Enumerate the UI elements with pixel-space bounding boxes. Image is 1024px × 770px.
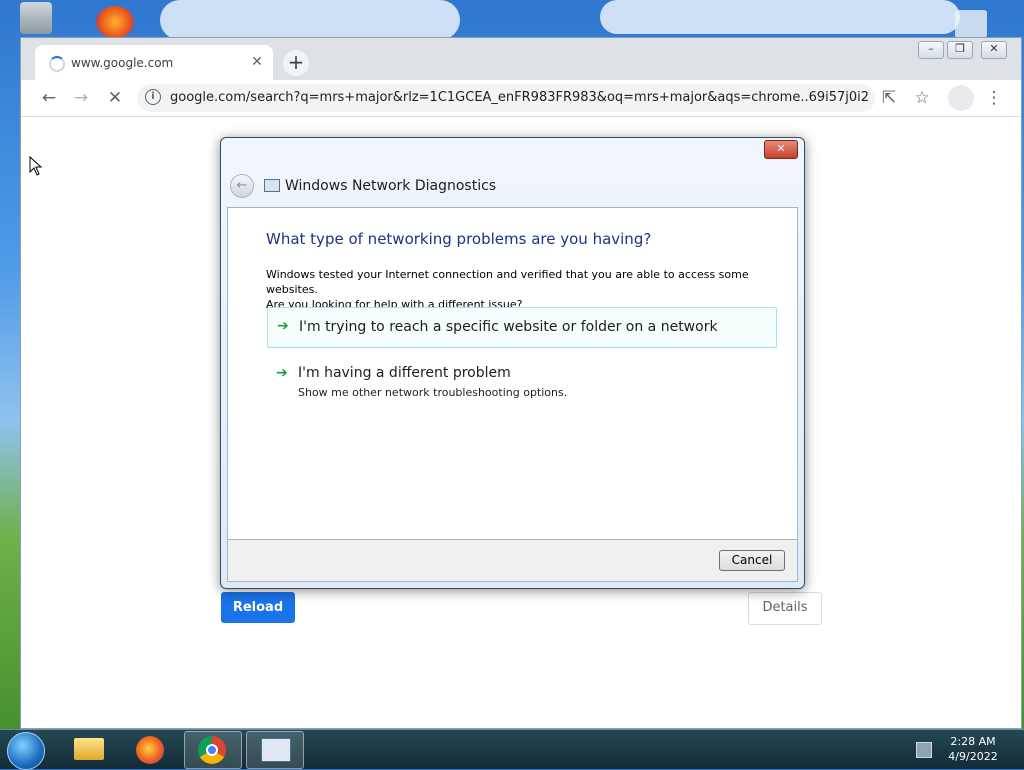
firefox-desktop-icon[interactable]: [96, 6, 134, 38]
clock-time: 2:28 AM: [950, 735, 996, 748]
folder-icon: [74, 738, 104, 760]
option-label: I'm trying to reach a specific website o…: [299, 319, 718, 335]
clock-date: 4/9/2022: [948, 750, 998, 763]
dialog-title: Windows Network Diagnostics: [285, 178, 497, 194]
dialog-heading: What type of networking problems are you…: [266, 230, 652, 248]
chrome-icon: [198, 736, 226, 764]
dialog-description: Windows tested your Internet connection …: [266, 267, 786, 312]
forward-arrow-icon[interactable]: →: [69, 86, 93, 110]
green-arrow-icon: ➔: [277, 318, 289, 334]
browser-toolbar: ← → ✕ i google.com/search?q=mrs+major&rl…: [21, 80, 1021, 117]
option-specific-website[interactable]: ➔ I'm trying to reach a specific website…: [267, 307, 777, 348]
minimize-button[interactable]: –: [918, 41, 944, 59]
taskbar-chrome[interactable]: [184, 731, 242, 769]
restore-button[interactable]: ❐: [947, 41, 973, 59]
site-info-icon[interactable]: i: [145, 89, 161, 105]
recycle-bin-icon[interactable]: [20, 2, 52, 34]
back-arrow-icon[interactable]: ←: [37, 86, 61, 110]
dialog-footer: Cancel: [227, 540, 798, 582]
start-button-icon[interactable]: [7, 732, 45, 770]
taskbar-firefox[interactable]: [122, 731, 178, 767]
network-diagnostics-icon: [264, 179, 280, 192]
dialog-back-icon[interactable]: ←: [230, 174, 254, 198]
browser-tab[interactable]: www.google.com ✕: [35, 45, 273, 80]
share-icon[interactable]: ⇱: [877, 86, 901, 110]
desktop-cloud: [600, 0, 960, 34]
bookmark-star-icon[interactable]: ☆: [910, 86, 934, 110]
network-diagnostics-dialog: ✕ ← Windows Network Diagnostics What typ…: [220, 137, 805, 589]
details-button[interactable]: Details: [748, 592, 822, 625]
taskbar: 2:28 AM 4/9/2022: [0, 729, 1024, 770]
tab-close-icon[interactable]: ✕: [247, 52, 267, 72]
tab-strip: www.google.com ✕ + – ❐ ✕: [21, 38, 1021, 80]
description-line: Windows tested your Internet connection …: [266, 268, 749, 296]
desktop-cloud: [160, 0, 460, 40]
reload-page-button[interactable]: Reload: [221, 592, 295, 623]
taskbar-network-diagnostics[interactable]: [246, 731, 304, 769]
tab-title: www.google.com: [71, 56, 174, 70]
browser-menu-icon[interactable]: ⋮: [982, 86, 1006, 110]
taskbar-explorer[interactable]: [62, 731, 118, 767]
option-sublabel: Show me other network troubleshooting op…: [298, 386, 568, 399]
green-arrow-icon: ➔: [276, 365, 288, 381]
option-different-problem[interactable]: ➔ I'm having a different problem Show me…: [267, 360, 775, 402]
stop-loading-icon[interactable]: ✕: [103, 86, 127, 110]
new-tab-button[interactable]: +: [283, 50, 309, 76]
loading-spinner-icon: [49, 56, 65, 72]
desktop-file-icon[interactable]: [955, 10, 987, 38]
network-diagnostics-taskbar-icon: [261, 738, 291, 762]
network-tray-icon[interactable]: [916, 742, 932, 758]
address-bar[interactable]: i google.com/search?q=mrs+major&rlz=1C1G…: [137, 84, 875, 112]
address-bar-url[interactable]: google.com/search?q=mrs+major&rlz=1C1GCE…: [170, 90, 870, 105]
taskbar-clock[interactable]: 2:28 AM 4/9/2022: [940, 734, 1006, 764]
profile-avatar-icon[interactable]: [948, 85, 974, 111]
dialog-close-button[interactable]: ✕: [764, 140, 798, 159]
cancel-button[interactable]: Cancel: [719, 550, 785, 571]
dialog-body: What type of networking problems are you…: [227, 207, 798, 540]
mouse-cursor-icon: [29, 156, 43, 176]
firefox-icon: [136, 736, 164, 764]
close-window-button[interactable]: ✕: [981, 41, 1007, 59]
option-label: I'm having a different problem: [298, 365, 511, 381]
